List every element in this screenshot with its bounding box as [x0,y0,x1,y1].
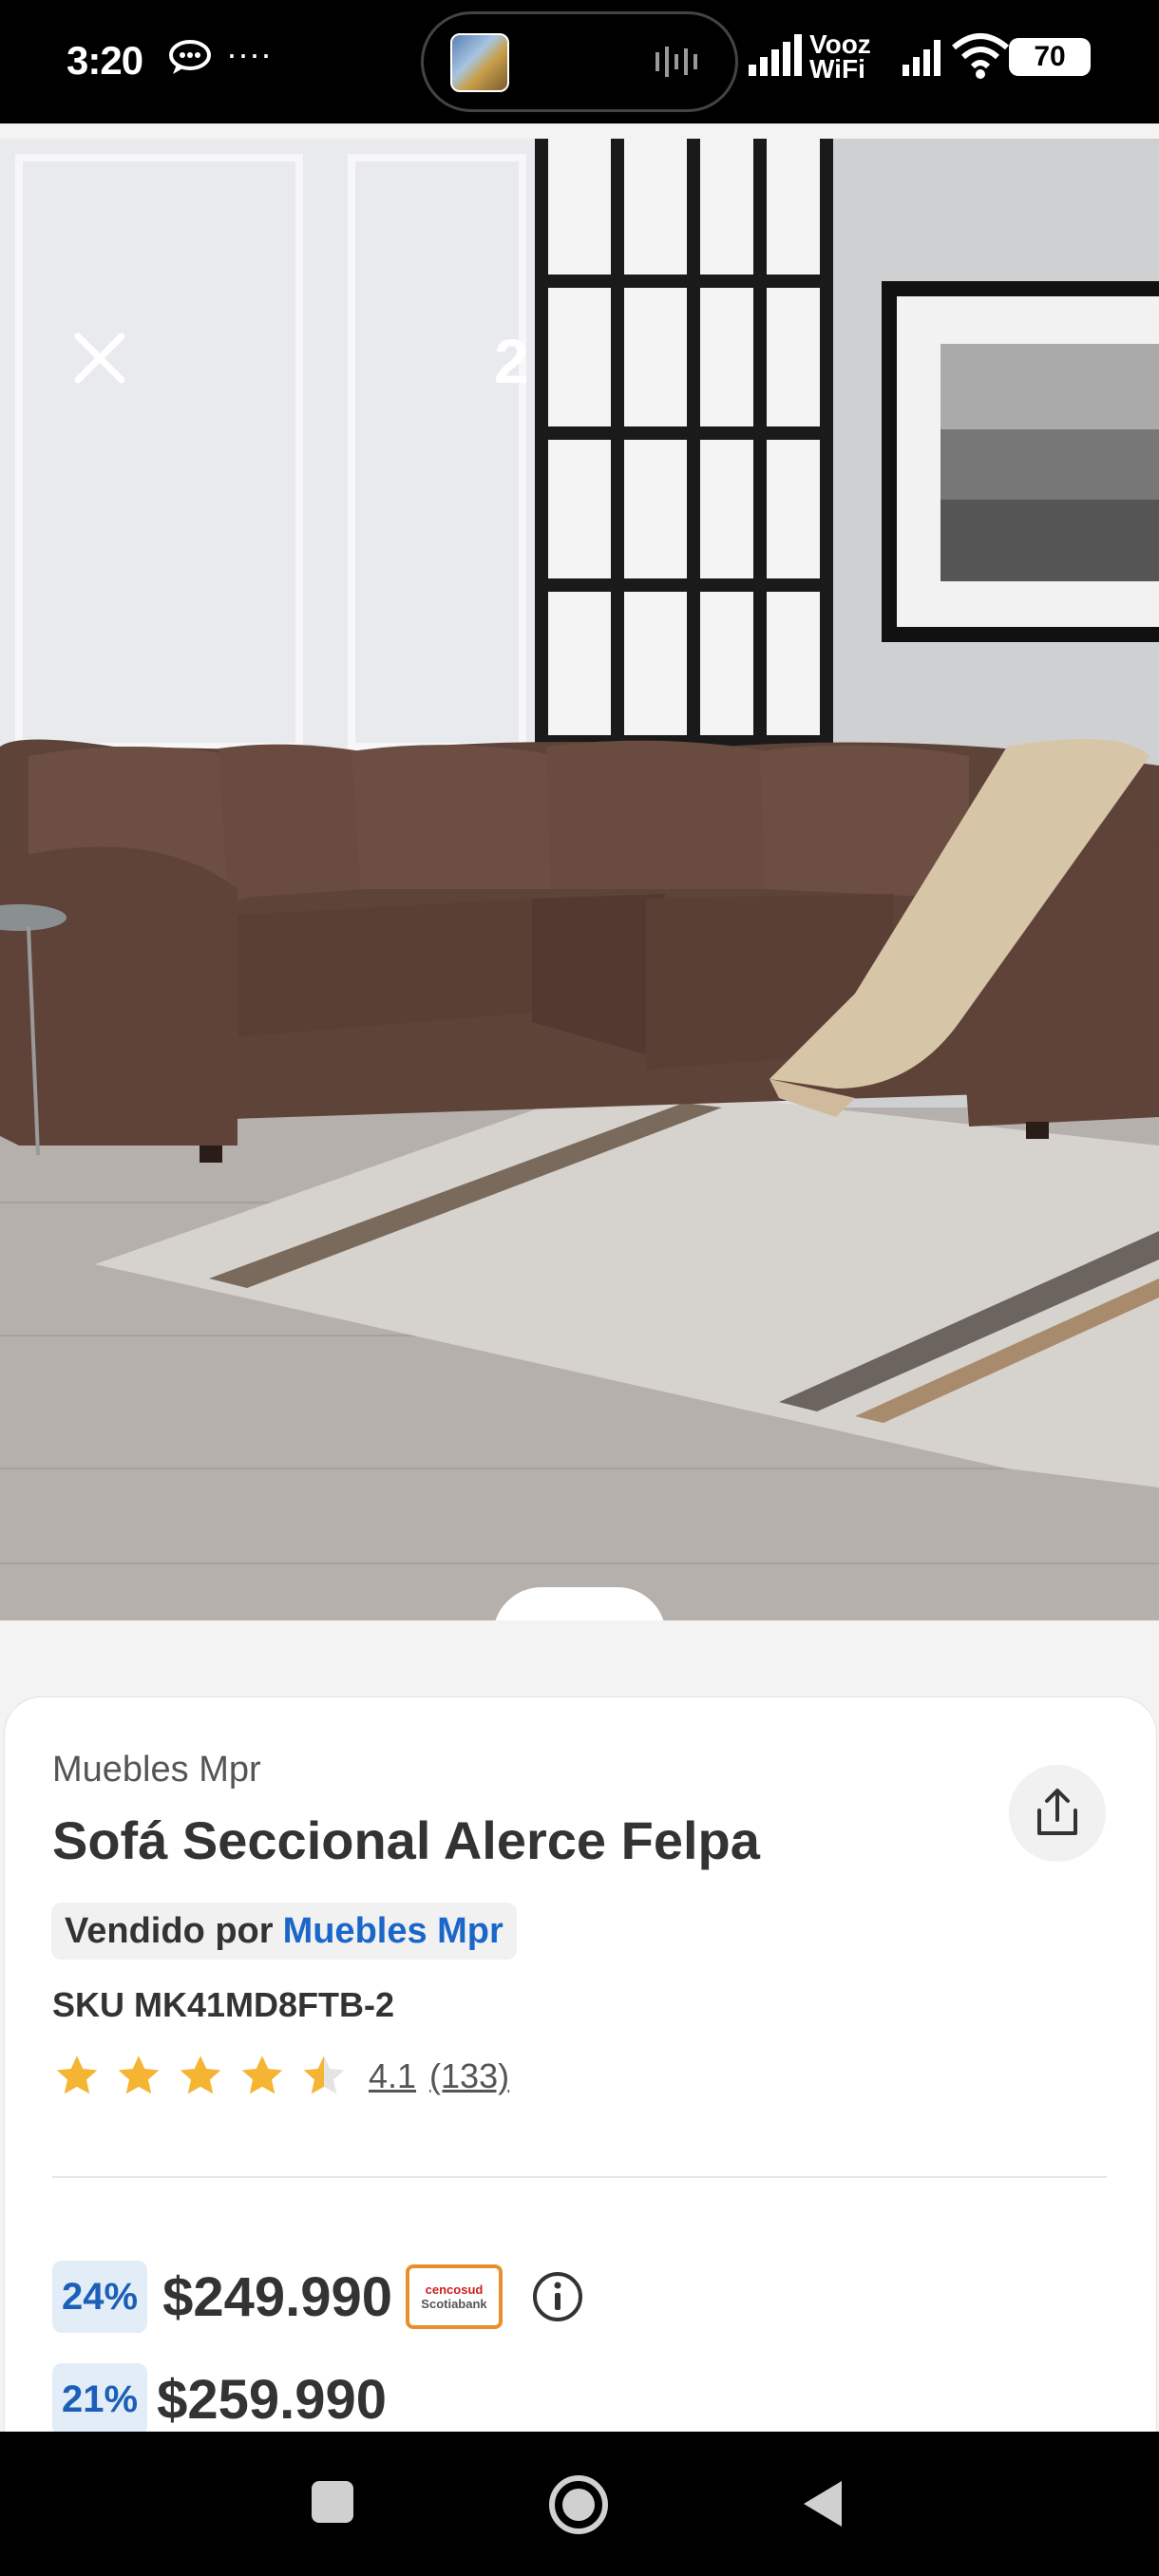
seller-badge: Vendido por Muebles Mpr [51,1903,517,1960]
media-thumbnail [450,33,509,92]
system-nav-bar [0,2432,1159,2576]
star-icon [180,2055,221,2094]
wifi-icon [952,33,1009,79]
close-icon[interactable] [66,325,133,391]
card-price: $249.990 [162,2265,392,2328]
gallery-title: 2 [494,326,529,396]
signal-icon-2 [902,40,940,76]
status-more-dots: ···· [226,34,272,73]
discount-badge: 21% [52,2363,148,2435]
product-image-gallery[interactable]: 2 1/6 [0,139,1159,1620]
discount-badge: 24% [52,2261,148,2333]
network-label: Vooz WiFi [809,29,871,84]
circle-icon[interactable] [547,2473,610,2536]
star-icon [56,2055,98,2094]
share-icon [1037,1789,1077,1835]
seller-link[interactable]: Muebles Mpr [283,1911,504,1951]
signal-icon [749,34,802,76]
half-star-icon [303,2055,345,2094]
waveform-icon [656,47,697,77]
rating-value[interactable]: 4.1 [369,2056,416,2096]
price-row-regular: 21% $259.990 [52,2363,387,2435]
price-row-card: 24% $249.990 cencosud Scotiabank [52,2261,584,2333]
seller-label: Vendido por [65,1911,274,1951]
info-icon[interactable] [531,2270,584,2323]
share-button[interactable] [1009,1765,1106,1862]
sofa-product-photo [0,139,1159,1620]
media-pill[interactable] [421,11,738,112]
product-rating[interactable]: 4.1 (133) [52,2052,509,2101]
product-brand[interactable]: Muebles Mpr [52,1750,261,1790]
star-icon [241,2055,283,2094]
star-icon [118,2055,160,2094]
message-icon [169,40,211,74]
divider [52,2176,1107,2178]
cencosud-scotiabank-logo: cencosud Scotiabank [405,2264,503,2329]
status-time: 3:20 [66,38,143,83]
rating-count[interactable]: (133) [429,2056,509,2096]
square-icon[interactable] [310,2479,355,2525]
status-bar: 3:20 ···· Vooz WiFi 70 [0,0,1159,123]
product-sku: SKU MK41MD8FTB-2 [52,1985,395,2024]
regular-price: $259.990 [157,2368,387,2431]
battery-indicator: 70 [1009,38,1091,76]
image-pager: 1/6 [493,1587,666,1620]
triangle-back-icon[interactable] [800,2479,844,2529]
product-title: Sofá Seccional Alerce Felpa [52,1810,760,1870]
